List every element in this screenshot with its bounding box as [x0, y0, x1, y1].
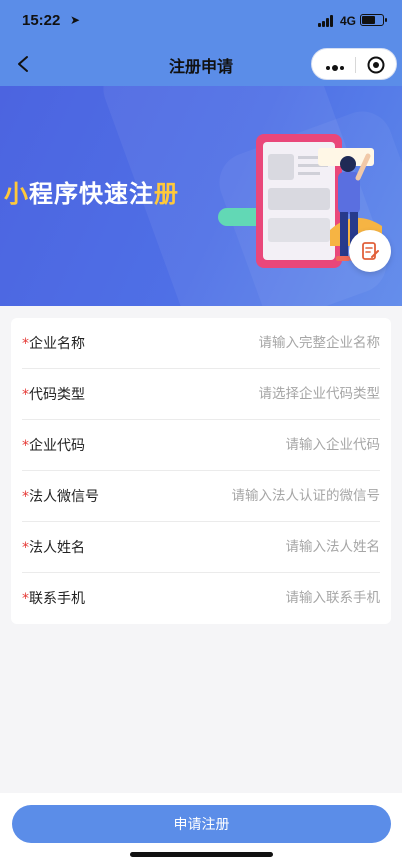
close-button[interactable] — [367, 56, 385, 74]
banner-title: 小程序快速注册 — [4, 174, 179, 209]
required-mark: * — [22, 591, 29, 607]
bottom-action-bar: 申请注册 — [0, 793, 402, 863]
form-row-company-name: *企业名称 — [22, 318, 380, 369]
submit-registration-button[interactable]: 申请注册 — [12, 805, 391, 843]
form-row-contact-phone: *联系手机 — [22, 573, 380, 624]
form-row-legal-name: *法人姓名 — [22, 522, 380, 573]
banner-title-prefix: 小 — [4, 180, 29, 208]
signal-icon — [318, 15, 336, 27]
registration-form: *企业名称 *代码类型 *企业代码 *法人微信号 *法人姓名 *联系手机 — [11, 318, 391, 624]
banner-title-main: 程序快速注 — [29, 180, 154, 208]
required-mark: * — [22, 387, 29, 403]
mini-program-capsule — [311, 48, 397, 80]
legal-name-input[interactable] — [170, 532, 380, 562]
contact-phone-input[interactable] — [170, 583, 380, 613]
more-dots-icon — [326, 65, 344, 71]
required-mark: * — [22, 336, 29, 352]
target-close-icon — [367, 56, 385, 74]
required-mark: * — [22, 540, 29, 556]
field-label: *联系手机 — [22, 591, 85, 607]
battery-icon — [360, 14, 387, 26]
required-mark: * — [22, 438, 29, 454]
field-label: *法人姓名 — [22, 540, 85, 556]
legal-wechat-input[interactable] — [170, 481, 380, 511]
capsule-divider — [355, 57, 356, 73]
form-row-company-code: *企业代码 — [22, 420, 380, 471]
nav-bar: 注册申请 — [0, 42, 402, 86]
code-type-select[interactable] — [170, 379, 380, 409]
form-row-legal-wechat: *法人微信号 — [22, 471, 380, 522]
edit-icon — [362, 242, 379, 260]
home-indicator — [130, 852, 273, 857]
field-label: *代码类型 — [22, 387, 85, 403]
status-time: 15:22 — [22, 12, 61, 29]
form-row-code-type: *代码类型 — [22, 369, 380, 420]
field-label: *企业名称 — [22, 336, 85, 352]
company-code-input[interactable] — [170, 430, 380, 460]
hero-banner: 小程序快速注册 — [0, 86, 402, 306]
more-button[interactable] — [324, 59, 346, 71]
banner-title-suffix: 册 — [154, 180, 179, 208]
network-type: 4G — [340, 14, 357, 28]
location-arrow-icon: ➤ — [70, 13, 81, 27]
status-bar: 15:22 ➤ 4G — [0, 0, 402, 42]
field-label: *企业代码 — [22, 438, 85, 454]
required-mark: * — [22, 489, 29, 505]
company-name-input[interactable] — [170, 328, 380, 358]
edit-button[interactable] — [349, 230, 391, 272]
field-label: *法人微信号 — [22, 489, 99, 505]
